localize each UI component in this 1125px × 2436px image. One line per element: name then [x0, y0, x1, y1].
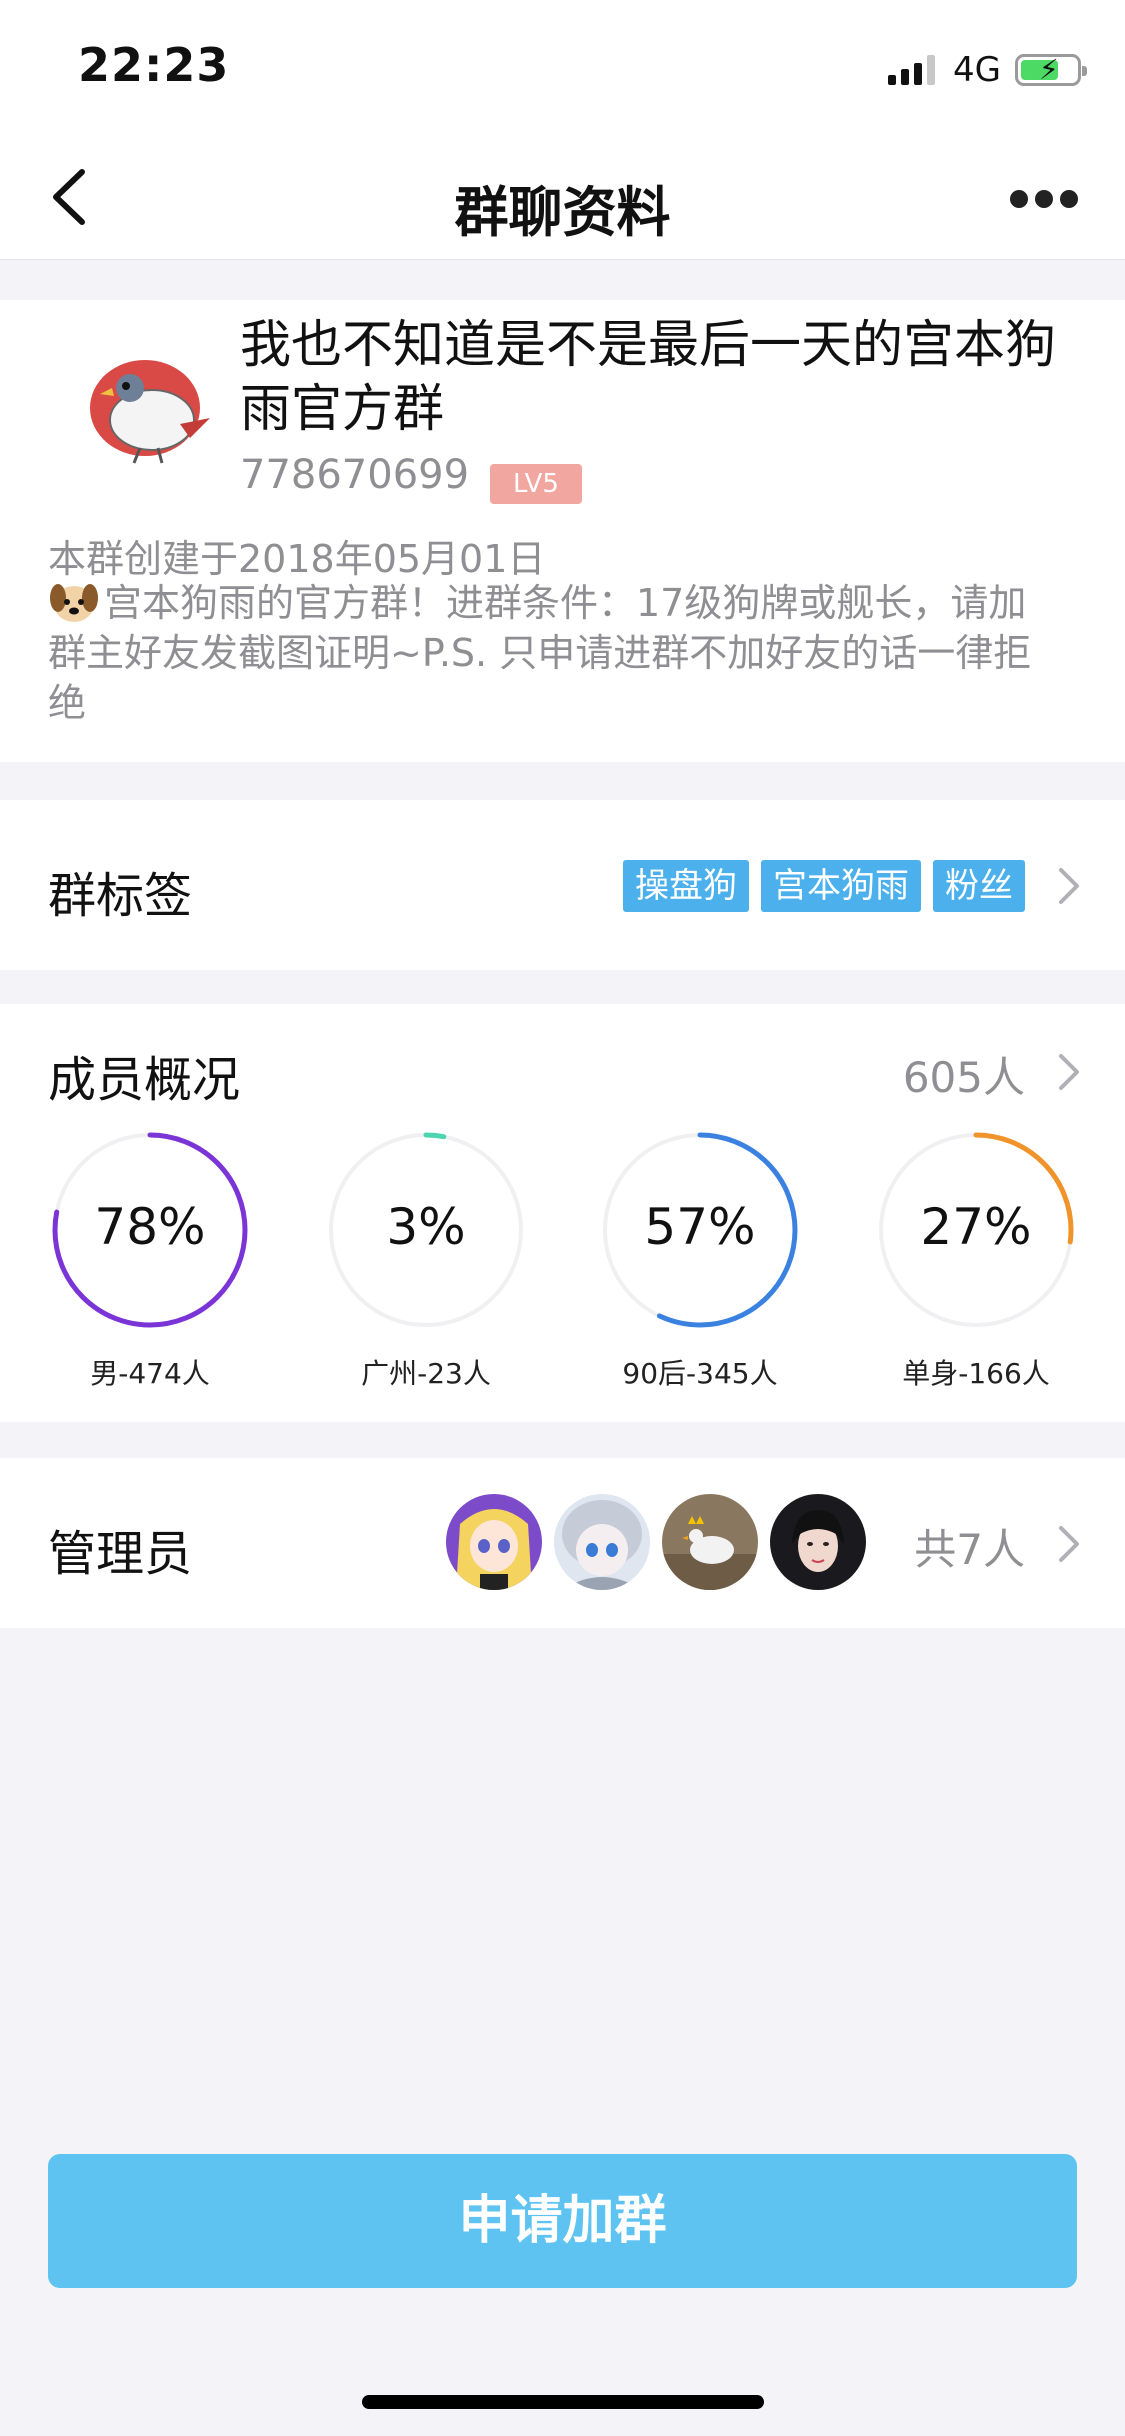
- group-tags-row[interactable]: 群标签 操盘狗 宫本狗雨 粉丝: [0, 800, 1125, 970]
- status-indicators: 4G ⚡: [888, 50, 1087, 90]
- tag-list: 操盘狗 宫本狗雨 粉丝: [623, 860, 1025, 912]
- admin-avatar[interactable]: [554, 1494, 650, 1590]
- stat-label: 90后-345人: [622, 1357, 778, 1390]
- admin-avatar[interactable]: [662, 1494, 758, 1590]
- status-bar: 22:23 4G ⚡: [0, 0, 1125, 132]
- stat-percent: 78%: [94, 1198, 206, 1256]
- level-badge: LV5: [490, 464, 582, 504]
- member-stat-age: 57% 90后-345人: [600, 1130, 800, 1390]
- home-indicator: [362, 2395, 764, 2409]
- group-name: 我也不知道是不是最后一天的宫本狗雨官方群: [240, 316, 1057, 439]
- chevron-right-icon: [1059, 1526, 1079, 1562]
- group-id: 778670699: [240, 452, 470, 498]
- dog-emoji-icon: [50, 584, 98, 622]
- tag-item[interactable]: 粉丝: [933, 860, 1025, 912]
- group-info-card: 我也不知道是不是最后一天的宫本狗雨官方群 778670699 LV5 本群创建于…: [0, 300, 1125, 762]
- more-icon[interactable]: [1009, 188, 1079, 210]
- member-count: 605人: [902, 1053, 1025, 1102]
- stat-percent: 3%: [386, 1198, 466, 1256]
- admin-avatar-list: [446, 1494, 866, 1590]
- admins-row[interactable]: 管理员 共7人: [0, 1458, 1125, 1628]
- apply-join-button[interactable]: 申请加群: [48, 2154, 1077, 2288]
- admins-label: 管理员: [48, 1526, 193, 1582]
- group-avatar[interactable]: [60, 328, 230, 498]
- admin-total: 共7人: [914, 1525, 1025, 1574]
- tag-item[interactable]: 宫本狗雨: [761, 860, 921, 912]
- member-stat-gender: 78% 男-474人: [50, 1130, 250, 1390]
- chevron-right-icon: [1059, 868, 1079, 904]
- nav-bar: 群聊资料: [0, 132, 1125, 260]
- members-label: 成员概况: [48, 1052, 241, 1108]
- admin-avatar[interactable]: [770, 1494, 866, 1590]
- group-description-text: 宫本狗雨的官方群！进群条件：17级狗牌或舰长，请加群主好友发截图证明~P.S. …: [48, 581, 1032, 725]
- status-time: 22:23: [78, 38, 230, 92]
- stat-label: 广州-23人: [361, 1357, 491, 1390]
- signal-icon: [888, 55, 936, 85]
- battery-icon: ⚡: [1015, 53, 1087, 86]
- stat-percent: 57%: [644, 1198, 756, 1256]
- admin-avatar[interactable]: [446, 1494, 542, 1590]
- group-created-date: 本群创建于2018年05月01日: [48, 537, 546, 581]
- stat-percent: 27%: [920, 1198, 1032, 1256]
- network-type: 4G: [953, 50, 1001, 90]
- tag-item[interactable]: 操盘狗: [623, 860, 749, 912]
- tags-label: 群标签: [48, 868, 193, 924]
- page-title: 群聊资料: [454, 181, 671, 244]
- member-stat-single: 27% 单身-166人: [876, 1130, 1076, 1390]
- chevron-right-icon: [1059, 1054, 1079, 1090]
- stat-label: 男-474人: [90, 1357, 210, 1390]
- group-description: 宫本狗雨的官方群！进群条件：17级狗牌或舰长，请加群主好友发截图证明~P.S. …: [48, 578, 1038, 728]
- members-overview-card[interactable]: 成员概况 605人 78% 男-474人 3% 广州-23人 57% 90后-3…: [0, 1004, 1125, 1422]
- member-stat-region: 3% 广州-23人: [326, 1130, 526, 1390]
- stat-label: 单身-166人: [902, 1357, 1050, 1390]
